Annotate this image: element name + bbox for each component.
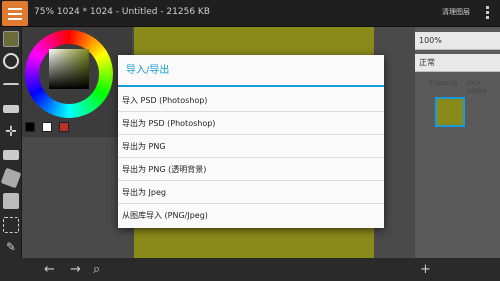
dialog-title: 导入/导出 [118,55,384,87]
black-swatch[interactable] [25,122,35,132]
color-picker-panel[interactable] [22,27,132,137]
white-swatch[interactable] [42,122,52,132]
filter-icon[interactable] [3,193,19,209]
menu-icon[interactable] [2,1,28,26]
fill-icon[interactable] [0,167,22,189]
saturation-value-square[interactable] [49,49,89,89]
overflow-menu-icon[interactable] [486,6,490,20]
clear-layer-button[interactable]: 清理图层 [442,7,470,17]
export-jpeg-item[interactable]: 导出为 Jpeg [118,181,384,204]
color-swatch-icon[interactable] [3,31,19,47]
document-title: 75% 1024 * 1024 - Untitled - 21256 KB [34,7,211,17]
export-psd-item[interactable]: 导出为 PSD (Photoshop) [118,112,384,135]
top-bar: 75% 1024 * 1024 - Untitled - 21256 KB 清理… [0,0,500,27]
clipping-checkbox[interactable]: Clipping [429,79,458,87]
add-layer-icon[interactable]: + [420,262,431,277]
opacity-field[interactable]: 100% [415,32,500,50]
export-png-transparent-item[interactable]: 导出为 PNG (透明背景) [118,158,384,181]
eraser-icon[interactable] [3,105,19,113]
layer-thumbnail[interactable] [435,97,465,127]
undo-icon[interactable]: ← [44,262,55,277]
lock-alpha-checkbox[interactable]: lock alpha [467,79,500,95]
back-icon[interactable] [3,53,19,69]
smudge-icon[interactable] [3,83,19,89]
move-icon[interactable]: ✛ [3,124,19,140]
import-export-dialog: 导入/导出 导入 PSD (Photoshop) 导出为 PSD (Photos… [118,55,384,228]
wrench-icon[interactable]: ✎ [3,239,19,255]
export-png-item[interactable]: 导出为 PNG [118,135,384,158]
layer-panel: 100% 正常 Clipping lock alpha [415,27,500,281]
import-gallery-item[interactable]: 从图库导入 (PNG/Jpeg) [118,204,384,227]
blend-mode-select[interactable]: 正常 [415,54,500,72]
select-icon[interactable] [3,217,19,233]
redo-icon[interactable]: → [70,262,81,277]
layer-icon[interactable] [3,150,19,160]
left-toolbar: ✛ ✎ [0,27,22,281]
zoom-icon[interactable]: ⌕ [93,262,100,277]
red-swatch[interactable] [59,122,69,132]
import-psd-item[interactable]: 导入 PSD (Photoshop) [118,89,384,112]
